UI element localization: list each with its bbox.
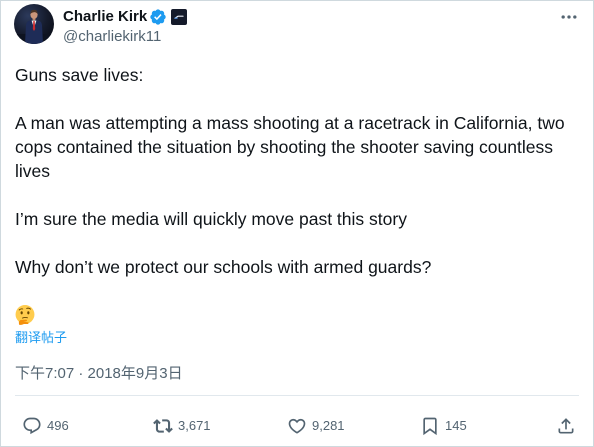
avatar-image[interactable] [14, 4, 54, 44]
tweet-emoji-line [15, 303, 575, 327]
affiliation-badge-icon[interactable] [171, 9, 188, 25]
tweet-paragraph: A man was attempting a mass shooting at … [15, 113, 565, 181]
retweet-count[interactable]: 3,671 [178, 416, 211, 436]
tweet-paragraph: I’m sure the media will quickly move pas… [15, 209, 407, 229]
tweet-paragraph: Why don’t we protect our schools with ar… [15, 257, 432, 277]
more-options-button[interactable] [559, 7, 579, 27]
bookmark-icon[interactable] [420, 416, 440, 436]
translate-post-link[interactable]: 翻译帖子 [15, 330, 67, 346]
retweet-icon[interactable] [153, 416, 173, 436]
retweet-button[interactable]: 3,671 [153, 416, 211, 436]
author-display-name[interactable]: Charlie Kirk [63, 7, 147, 27]
tweet-paragraph: Guns save lives: [15, 65, 144, 85]
more-options-icon[interactable] [559, 7, 579, 27]
bookmark-button[interactable]: 145 [420, 416, 467, 436]
reply-button[interactable]: 496 [22, 416, 69, 436]
bookmark-count[interactable]: 145 [445, 416, 467, 436]
share-button[interactable] [556, 416, 576, 436]
tweet-text: Guns save lives: A man was attempting a … [15, 63, 575, 327]
tweet-card: Charlie Kirk @charliekirk11 Guns save li… [0, 0, 594, 447]
author-handle[interactable]: @charliekirk11 [63, 27, 161, 47]
divider [15, 395, 579, 396]
reply-icon[interactable] [22, 416, 42, 436]
share-icon[interactable] [556, 416, 576, 436]
like-button[interactable]: 9,281 [287, 416, 345, 436]
thinking-face-emoji-icon [15, 305, 35, 325]
like-icon[interactable] [287, 416, 307, 436]
timestamp-link[interactable]: 下午7:07 · 2018年9月3日 [15, 364, 183, 384]
verified-badge-icon[interactable] [149, 8, 167, 26]
author-name-row: Charlie Kirk [63, 7, 188, 27]
avatar[interactable] [14, 4, 54, 44]
reply-count[interactable]: 496 [47, 416, 69, 436]
like-count[interactable]: 9,281 [312, 416, 345, 436]
